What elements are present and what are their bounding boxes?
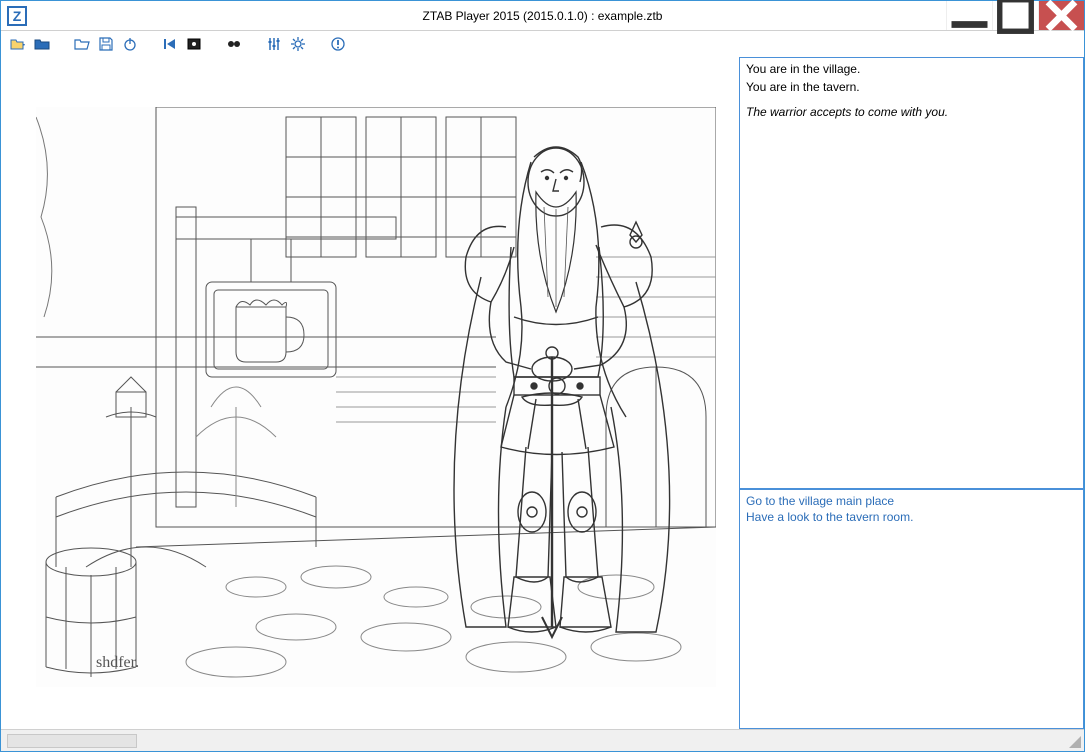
status-cell [7,734,137,748]
illustration-signature: shdfer. [96,654,139,671]
statusbar [1,729,1084,751]
save-icon[interactable] [97,35,115,53]
sliders-icon[interactable] [265,35,283,53]
info-icon[interactable] [329,35,347,53]
story-event: The warrior accepts to come with you. [746,105,1077,121]
window-title: ZTAB Player 2015 (2015.0.1.0) : example.… [1,9,1084,23]
minimize-button[interactable] [946,1,992,30]
power-icon[interactable] [121,35,139,53]
gear-icon[interactable] [289,35,307,53]
goto-icon[interactable] [185,35,203,53]
toolbar [1,31,1084,57]
choice-link[interactable]: Have a look to the tavern room. [746,510,1077,524]
maximize-button[interactable] [992,1,1038,30]
story-line: You are in the tavern. [746,80,1077,96]
scene-illustration: shdfer. [36,107,716,687]
image-pane: shdfer. [1,57,739,729]
story-line: You are in the village. [746,62,1077,78]
eye-icon[interactable] [225,35,243,53]
open-dropdown-icon[interactable] [9,35,27,53]
open-folder-icon[interactable] [73,35,91,53]
close-button[interactable] [1038,1,1084,30]
open-icon[interactable] [33,35,51,53]
story-pane[interactable]: You are in the village. You are in the t… [740,57,1084,489]
resize-grip[interactable] [1069,736,1081,748]
titlebar[interactable]: Z ZTAB Player 2015 (2015.0.1.0) : exampl… [1,1,1084,31]
window-controls [946,1,1084,30]
right-column: You are in the village. You are in the t… [739,57,1084,729]
app-icon: Z [7,6,27,26]
choice-link[interactable]: Go to the village main place [746,494,1077,508]
choices-pane: Go to the village main place Have a look… [740,489,1084,729]
rewind-icon[interactable] [161,35,179,53]
content-area: shdfer. You are in the village. You are … [1,57,1084,729]
